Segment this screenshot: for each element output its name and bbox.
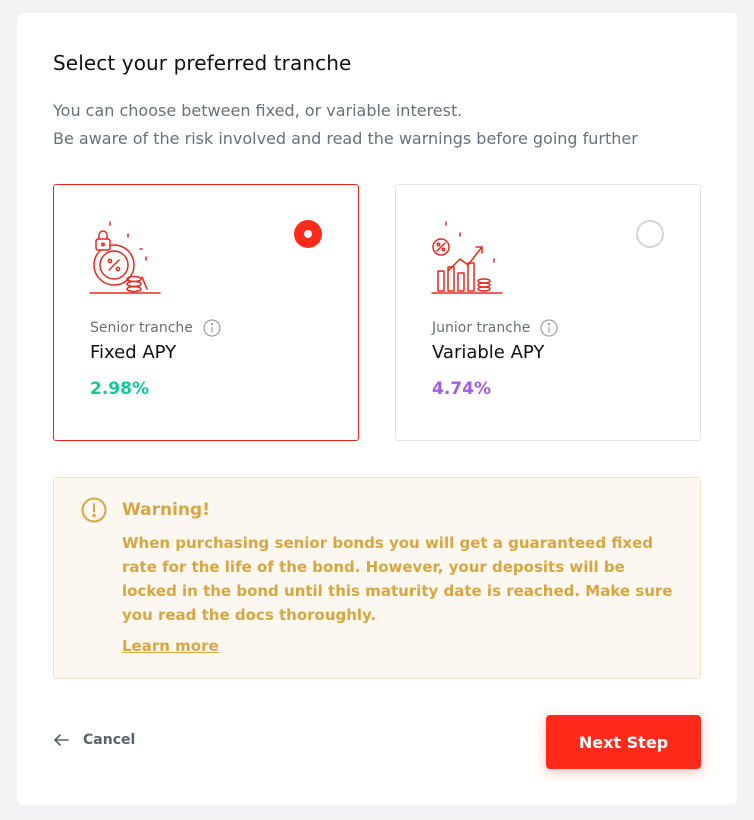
cancel-button[interactable]: Cancel [53,732,135,748]
senior-tranche-label-row: Senior tranche [90,319,221,337]
senior-tranche-radio[interactable] [294,220,322,248]
subtitle-line-1: You can choose between fixed, or variabl… [53,101,463,120]
exclamation-circle-icon [81,497,107,523]
junior-tranche-option[interactable]: Junior tranche Variable APY 4.74% [395,184,701,441]
senior-tranche-option[interactable]: Senior tranche Fixed APY 2.98% [53,184,359,441]
junior-tranche-type: Variable APY [432,342,545,363]
subtitle-line-2: Be aware of the risk involved and read t… [53,129,638,148]
senior-tranche-label: Senior tranche [90,320,193,336]
senior-tranche-type: Fixed APY [90,342,177,363]
junior-tranche-label: Junior tranche [432,320,531,336]
learn-more-link[interactable]: Learn more [122,637,219,655]
junior-tranche-radio[interactable] [636,220,664,248]
next-step-button[interactable]: Next Step [546,715,701,769]
warning-box: Warning! When purchasing senior bonds yo… [53,477,701,679]
locked-percent-coins-icon [89,221,161,294]
page-title: Select your preferred tranche [53,51,352,75]
percent-growth-chart-icon [431,221,503,294]
warning-title: Warning! [122,500,210,520]
page-subtitle: You can choose between fixed, or variabl… [53,97,638,153]
tranche-selection-card: Select your preferred tranche You can ch… [17,13,737,805]
arrow-left-icon [54,734,69,746]
junior-tranche-label-row: Junior tranche [432,319,559,337]
junior-tranche-rate: 4.74% [432,379,491,399]
warning-text: When purchasing senior bonds you will ge… [122,534,673,624]
cancel-label: Cancel [83,732,136,748]
info-icon[interactable] [203,319,221,337]
senior-tranche-rate: 2.98% [90,379,149,399]
info-icon[interactable] [540,319,559,337]
